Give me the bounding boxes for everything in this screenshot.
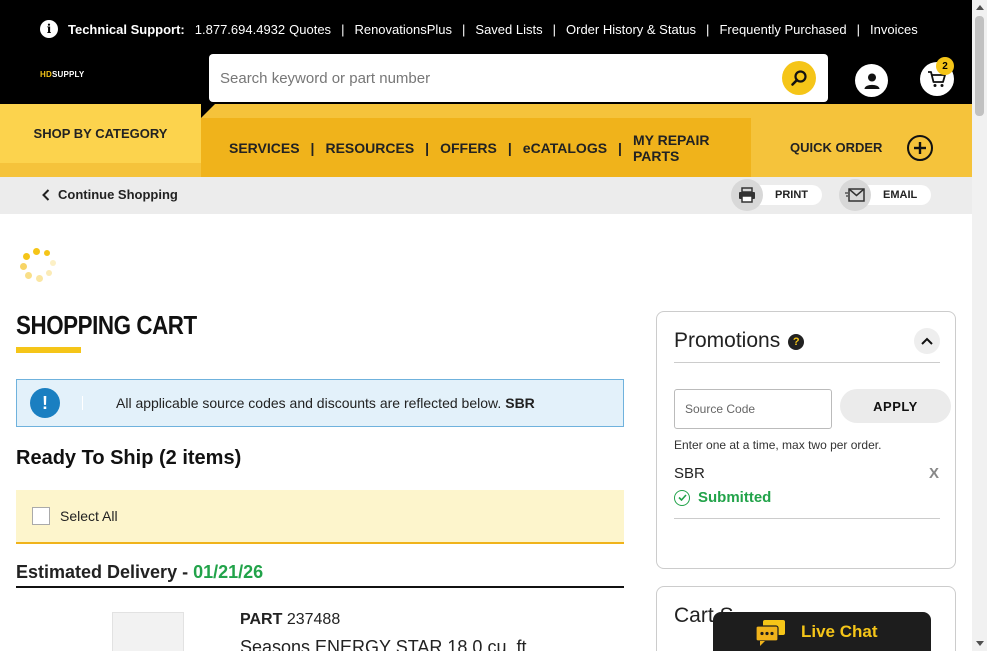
separator: | — [552, 21, 556, 37]
apply-button[interactable]: APPLY — [840, 389, 951, 423]
nav-my-repair-parts[interactable]: MY REPAIR PARTS — [633, 132, 710, 164]
plus-circle-icon — [907, 135, 933, 161]
notice-text: All applicable source codes and discount… — [116, 395, 502, 411]
source-code-hint: Enter one at a time, max two per order. — [674, 438, 882, 452]
nav-ecatalogs[interactable]: eCATALOGS — [523, 140, 607, 156]
promotions-title: Promotions — [674, 329, 781, 352]
chevron-left-icon — [42, 188, 50, 201]
email-label: EMAIL — [883, 189, 918, 201]
help-icon[interactable]: ? — [788, 334, 805, 350]
notice-code: SBR — [505, 395, 535, 411]
title-underline — [16, 347, 81, 353]
page-scrollbar[interactable] — [972, 0, 987, 651]
estimated-delivery-date: 01/21/26 — [193, 562, 264, 582]
product-name-link[interactable]: Seasons ENERGY STAR 18.0 cu. ft. — [240, 637, 531, 651]
promotions-header: Promotions ? — [674, 328, 940, 363]
live-chat-button[interactable]: Live Chat — [713, 612, 931, 651]
support-label: Technical Support: — [68, 21, 185, 37]
info-icon: i — [40, 20, 58, 38]
continue-shopping-bar: Continue Shopping PRINT EMAIL — [0, 177, 972, 214]
nav-corner-decoration — [201, 104, 215, 118]
hdsupply-logo[interactable]: HDSUPPLY — [40, 70, 84, 79]
scrollbar-thumb[interactable] — [975, 16, 984, 116]
product-image[interactable] — [112, 612, 184, 651]
ready-to-ship-heading: Ready To Ship (2 items) — [16, 447, 242, 469]
separator: | — [856, 21, 861, 37]
source-code-notice: ! All applicable source codes and discou… — [16, 379, 624, 427]
printer-icon — [731, 179, 763, 211]
separator: | — [507, 139, 512, 156]
continue-shopping-label: Continue Shopping — [58, 187, 178, 202]
page-title: SHOPPING CART — [16, 310, 197, 340]
search-box — [209, 54, 828, 102]
continue-shopping-link[interactable]: Continue Shopping — [42, 187, 178, 202]
estimated-delivery-label: Estimated Delivery - — [16, 562, 194, 582]
email-button[interactable]: EMAIL — [839, 179, 931, 211]
account-button[interactable] — [855, 64, 888, 97]
select-all-checkbox[interactable] — [32, 507, 50, 525]
part-number: PART 237488 — [240, 611, 341, 628]
search-icon — [791, 70, 807, 86]
separator: | — [706, 21, 710, 37]
top-bar: i Technical Support: 1.877.694.4932 Quot… — [0, 0, 972, 104]
link-renovationsplus[interactable]: RenovationsPlus — [354, 22, 452, 37]
nav-services[interactable]: SERVICES — [229, 140, 300, 156]
link-invoices[interactable]: Invoices — [870, 22, 918, 37]
search-button[interactable] — [782, 61, 816, 95]
nav-resources[interactable]: RESOURCES — [325, 140, 414, 156]
user-icon — [864, 73, 879, 89]
separator: | — [425, 139, 430, 156]
search-input[interactable] — [209, 54, 769, 102]
quick-order-button[interactable]: QUICK ORDER — [751, 118, 972, 177]
chevron-up-icon — [921, 337, 933, 345]
exclamation-icon: ! — [30, 388, 60, 418]
quick-order-label: QUICK ORDER — [790, 140, 883, 155]
nav-offers[interactable]: OFFERS — [440, 140, 497, 156]
separator: | — [618, 139, 622, 156]
select-all-label: Select All — [60, 508, 118, 524]
notice-divider — [82, 396, 83, 410]
loading-spinner-icon — [20, 248, 58, 282]
promotions-divider — [674, 518, 940, 519]
print-label: PRINT — [775, 189, 808, 201]
scroll-down-arrow-icon[interactable] — [972, 636, 987, 651]
remove-code-button[interactable]: X — [929, 465, 939, 482]
collapse-button[interactable] — [914, 328, 940, 354]
separator: | — [310, 139, 315, 156]
chat-bubble-icon — [755, 619, 785, 646]
scroll-up-arrow-icon[interactable] — [972, 0, 987, 15]
live-chat-label: Live Chat — [801, 621, 878, 641]
promotions-panel: Promotions ? APPLY Enter one at a time, … — [656, 311, 956, 569]
link-saved-lists[interactable]: Saved Lists — [475, 22, 542, 37]
estimated-delivery: Estimated Delivery - 01/21/26 — [16, 562, 624, 588]
link-order-history[interactable]: Order History & Status — [566, 22, 696, 37]
separator: | — [462, 21, 466, 37]
code-status-label: Submitted — [698, 489, 772, 506]
check-circle-icon — [674, 489, 690, 506]
separator: | — [341, 21, 345, 37]
cart-count-badge: 2 — [936, 57, 954, 75]
print-button[interactable]: PRINT — [731, 179, 822, 211]
support-links: i Technical Support: 1.877.694.4932 Quot… — [40, 19, 918, 39]
source-code-input[interactable] — [674, 389, 832, 429]
email-icon — [839, 179, 871, 211]
nav-links: SERVICES | RESOURCES | OFFERS | eCATALOG… — [201, 118, 751, 177]
shop-by-category-button[interactable]: SHOP BY CATEGORY — [0, 104, 201, 163]
code-status: Submitted — [674, 489, 771, 506]
select-all-row[interactable]: Select All — [16, 490, 624, 544]
link-quotes[interactable]: Quotes — [289, 22, 331, 37]
applied-source-code: SBR — [674, 465, 705, 482]
link-frequently-purchased[interactable]: Frequently Purchased — [719, 22, 846, 37]
main-nav: SHOP BY CATEGORY SERVICES | RESOURCES | … — [0, 104, 972, 177]
support-phone[interactable]: 1.877.694.4932 — [195, 22, 285, 37]
